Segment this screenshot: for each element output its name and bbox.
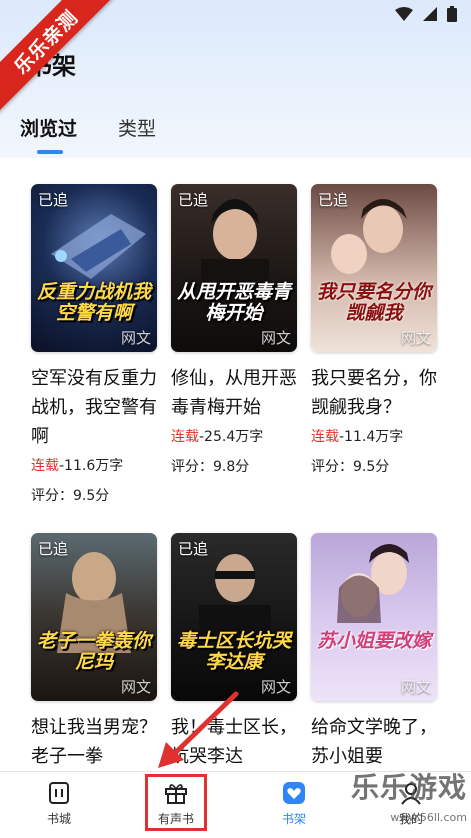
cover-source: 网文 — [260, 678, 291, 696]
followed-badge: 已追 — [38, 540, 69, 558]
book-title[interactable]: 想让我当男宠？老子一拳 — [31, 713, 161, 771]
book-title[interactable]: 修仙，从甩开恶毒青梅开始 — [171, 364, 301, 422]
followed-badge: 已追 — [178, 540, 209, 558]
nav-label: 书架 — [281, 812, 306, 826]
cover-source: 网文 — [120, 678, 151, 696]
followed-badge: 已追 — [318, 191, 349, 209]
wifi-icon — [395, 7, 413, 21]
cover-title: 苏小姐要改嫁 — [316, 630, 431, 652]
cover-title: 我只要名分你觊觎我 — [316, 281, 431, 324]
tab-type[interactable]: 类型 — [118, 114, 156, 141]
cover-source: 网文 — [260, 329, 291, 347]
book-cover[interactable]: 苏小姐要改嫁 网文 — [311, 533, 437, 701]
cover-title: 老子一拳轰你尼玛 — [36, 630, 151, 673]
book-status: 连载-11.4万字 — [311, 429, 404, 445]
followed-badge: 已追 — [178, 191, 209, 209]
book-card[interactable]: 已追 从甩开恶毒青梅开始 网文 修仙，从甩开恶毒青梅开始 连载-25.4万字 评… — [171, 184, 301, 482]
book-card[interactable]: 苏小姐要改嫁 网文 给命文学晚了，苏小姐要 — [311, 533, 441, 771]
cover-source: 网文 — [120, 329, 151, 347]
book-cover[interactable]: 已追 反重力战机我空警有啊 网文 — [31, 184, 157, 352]
tab-indicator — [37, 150, 63, 154]
arrow-annotation — [158, 691, 239, 768]
tab-history[interactable]: 浏览过 — [20, 114, 77, 141]
cover-title: 反重力战机我空警有啊 — [36, 281, 151, 324]
book-card[interactable]: 已追 老子一拳轰你尼玛 网文 想让我当男宠？老子一拳 — [31, 533, 161, 771]
signal-icon — [423, 7, 437, 21]
book-title[interactable]: 空军没有反重力战机，我空警有啊 — [31, 364, 161, 451]
book-status: 连载-25.4万字 — [171, 429, 264, 445]
book-card[interactable]: 已追 反重力战机我空警有啊 网文 空军没有反重力战机，我空警有啊 连载-11.6… — [31, 184, 161, 511]
cover-title: 从甩开恶毒青梅开始 — [176, 281, 291, 324]
battery-icon — [447, 6, 457, 22]
book-rating: 评分：9.5分 — [311, 459, 390, 475]
book-title[interactable]: 我只要名分，你觊觎我身？ — [311, 364, 441, 422]
cover-title: 毒士区长坑哭李达康 — [176, 630, 291, 673]
book-status: 连载-11.6万字 — [31, 458, 124, 474]
book-cover[interactable]: 已追 毒士区长坑哭李达康 网文 — [171, 533, 297, 701]
book-cover[interactable]: 已追 我只要名分你觊觎我 网文 — [311, 184, 437, 352]
book-title[interactable]: 给命文学晚了，苏小姐要 — [311, 713, 441, 771]
book-cover[interactable]: 已追 老子一拳轰你尼玛 网文 — [31, 533, 157, 701]
nav-label: 书城 — [46, 812, 71, 826]
status-bar — [395, 6, 457, 22]
book-card[interactable]: 已追 我只要名分你觊觎我 网文 我只要名分，你觊觎我身？ 连载-11.4万字 评… — [311, 184, 441, 482]
book-rating: 评分：9.5分 — [31, 488, 110, 504]
nav-bookstore[interactable]: 书城 — [24, 780, 94, 827]
nav-bookshelf[interactable]: 书架 — [259, 780, 329, 827]
cover-source: 网文 — [400, 678, 431, 696]
bookshelf-icon — [283, 782, 305, 804]
highlight-box — [145, 774, 207, 831]
bookstore-icon — [49, 782, 69, 804]
cover-source: 网文 — [400, 329, 431, 347]
watermark-logo: 乐乐游戏 www.56ll.com — [350, 771, 467, 825]
book-rating: 评分：9.8分 — [171, 459, 250, 475]
book-cover[interactable]: 已追 从甩开恶毒青梅开始 网文 — [171, 184, 297, 352]
followed-badge: 已追 — [38, 191, 69, 209]
